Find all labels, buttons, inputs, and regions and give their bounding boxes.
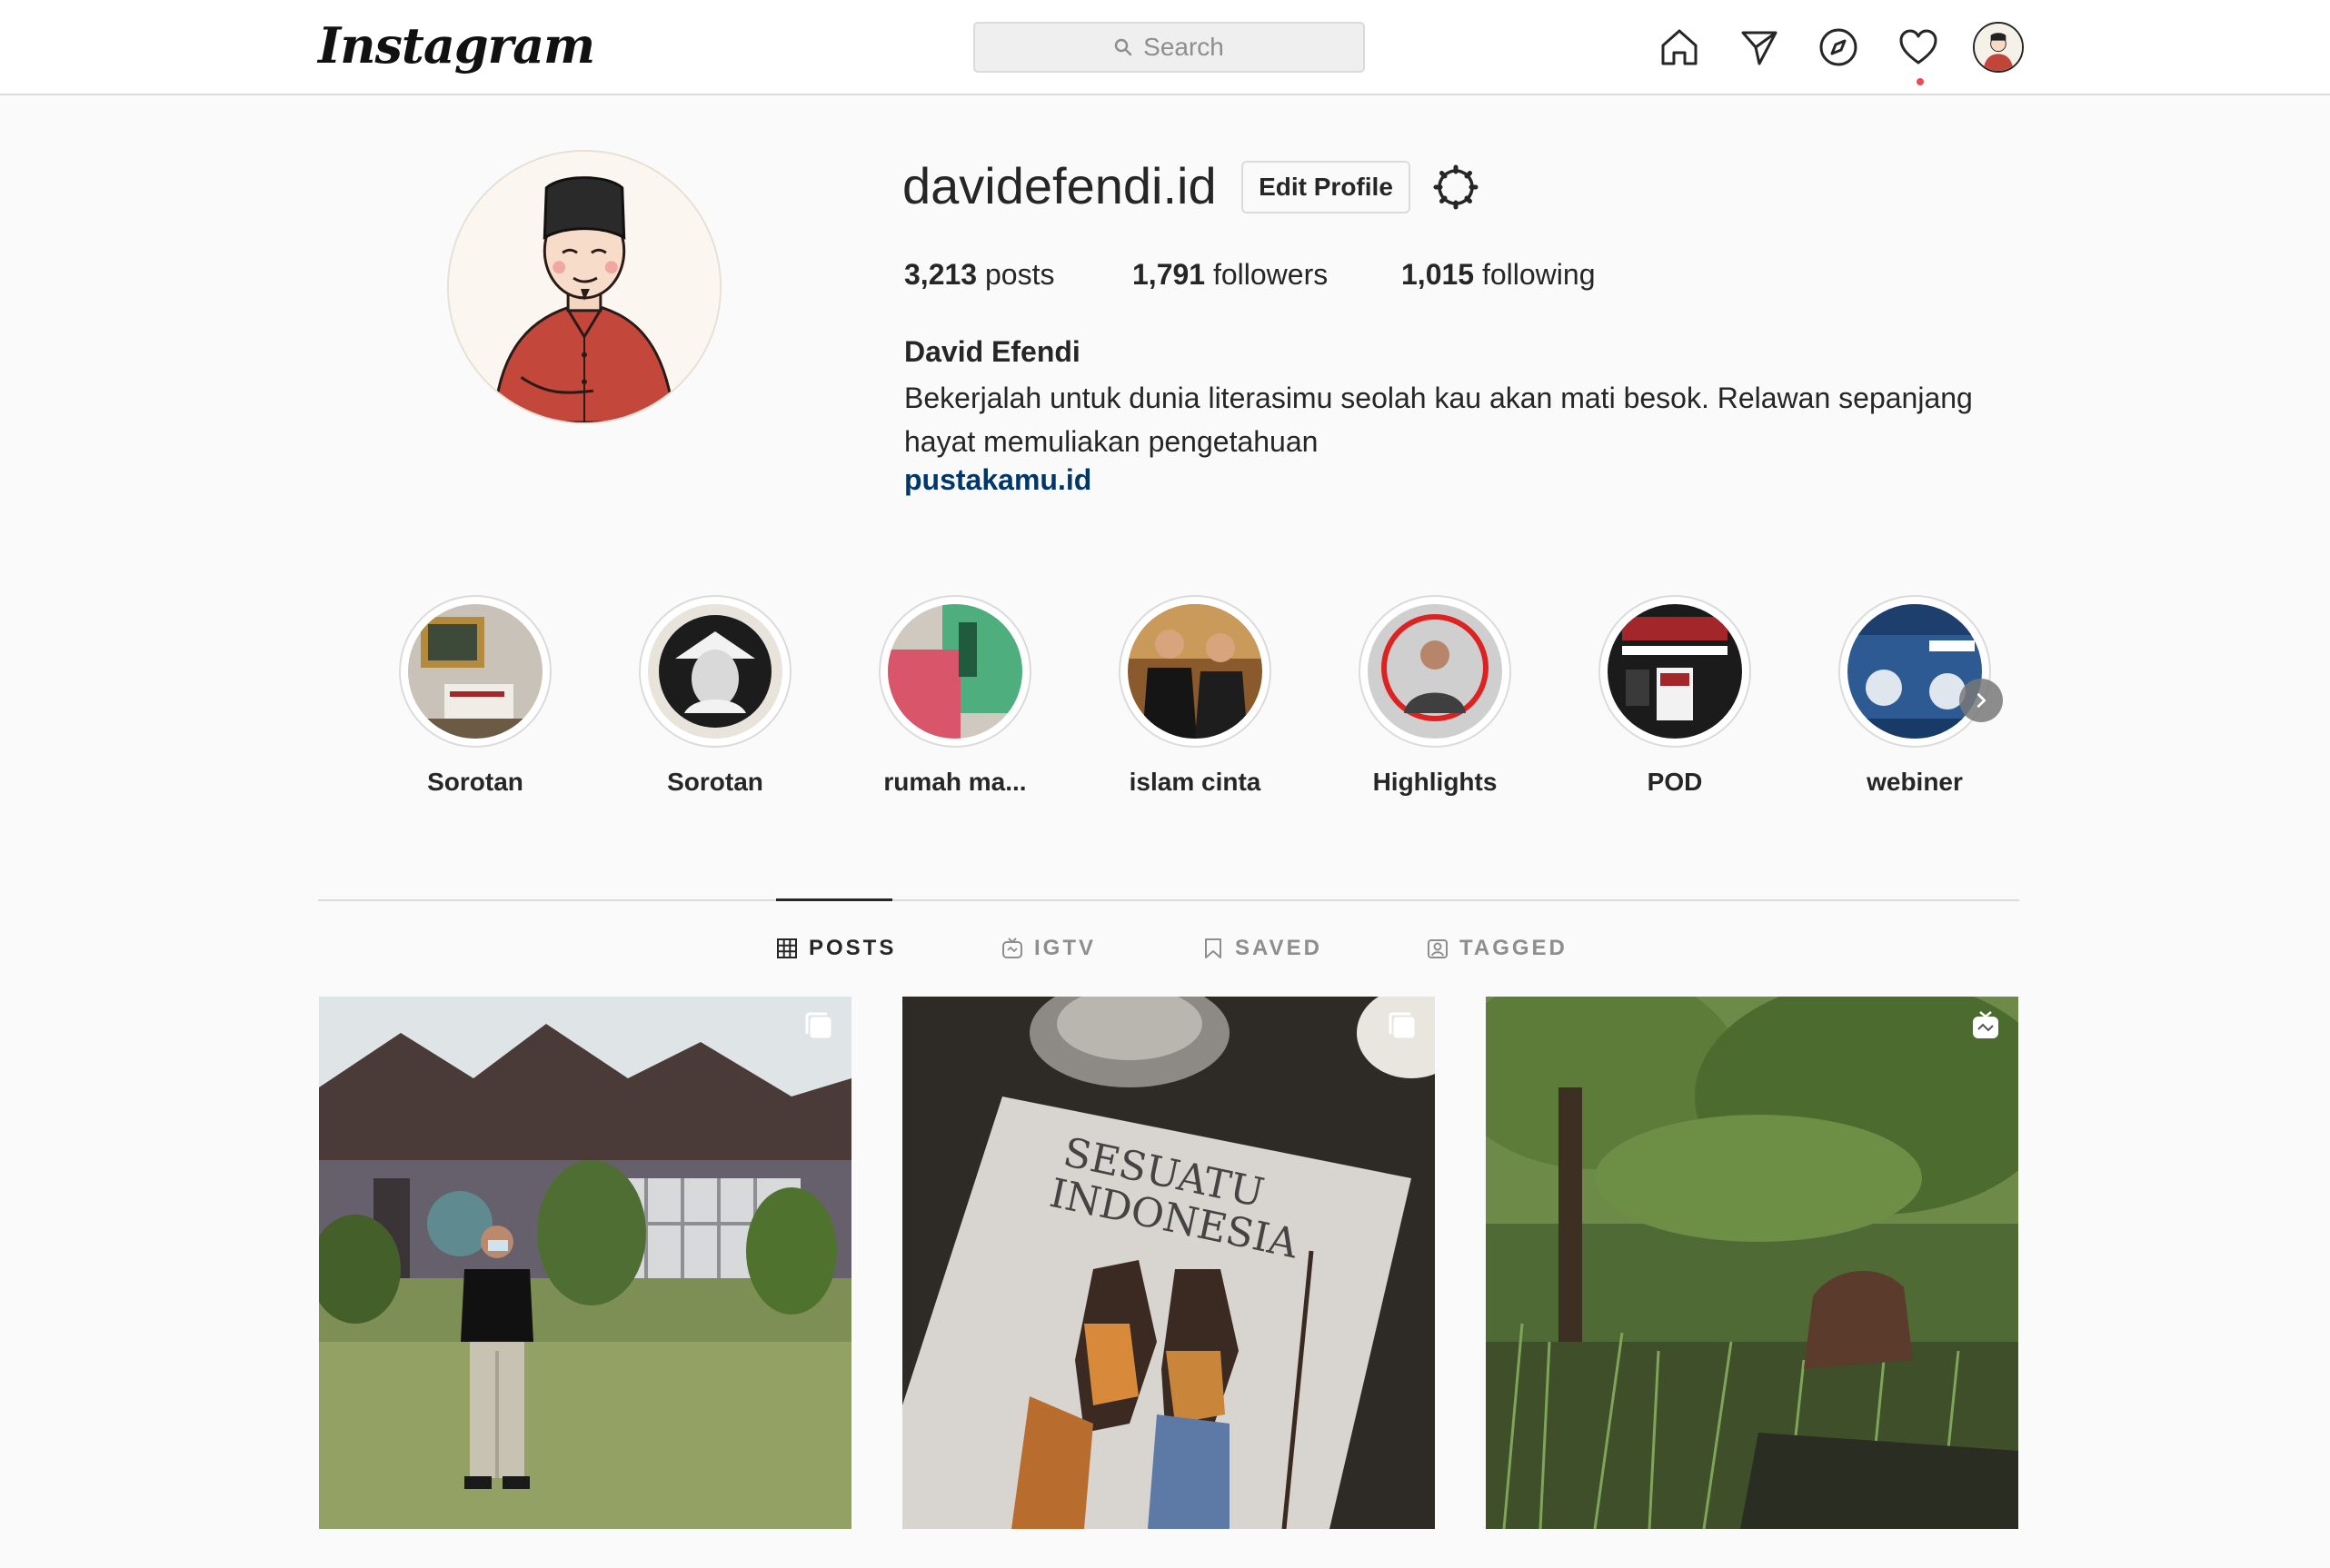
highlight-cover — [1608, 604, 1742, 739]
igtv-icon — [1973, 1011, 1998, 1038]
tabs-divider — [318, 899, 2019, 901]
active-tab-indicator — [776, 898, 892, 901]
followers-stat[interactable]: 1,791 followers — [1132, 258, 1328, 292]
highlight-cover — [408, 604, 543, 739]
tab-tagged-label: TAGGED — [1459, 936, 1568, 960]
posts-stat: 3,213 posts — [904, 258, 1054, 292]
profile-avatar — [1975, 24, 2022, 71]
activity-heart-icon — [1899, 29, 1937, 65]
posts-label: posts — [984, 258, 1055, 291]
profile-picture[interactable] — [447, 150, 722, 424]
highlight-ring — [399, 595, 552, 748]
following-label: following — [1481, 258, 1596, 291]
followers-count: 1,791 — [1132, 258, 1206, 291]
explore-icon — [1819, 28, 1857, 66]
highlight-cover — [1368, 604, 1502, 739]
highlight-cover — [1128, 604, 1262, 739]
edit-profile-button[interactable]: Edit Profile — [1241, 161, 1410, 213]
tab-igtv[interactable]: IGTV — [1001, 934, 1096, 963]
profile-full-name: David Efendi — [904, 335, 1080, 368]
post-image — [1486, 997, 2018, 1529]
activity-button[interactable] — [1891, 20, 1946, 74]
post-image — [319, 997, 851, 1529]
followers-label: followers — [1212, 258, 1329, 291]
following-count: 1,015 — [1401, 258, 1475, 291]
igtv-icon — [1002, 938, 1022, 958]
multiple-icon — [1389, 1012, 1415, 1038]
highlight-item[interactable]: islam cinta — [1077, 595, 1313, 813]
tab-saved-label: SAVED — [1235, 936, 1322, 960]
multiple-icon — [805, 1012, 831, 1038]
highlight-ring — [1598, 595, 1751, 748]
highlight-cover — [888, 604, 1022, 739]
highlight-item[interactable]: Sorotan — [597, 595, 833, 813]
following-stat[interactable]: 1,015 following — [1401, 258, 1595, 292]
bookmark-icon — [1205, 938, 1221, 958]
highlight-label: Sorotan — [667, 768, 763, 796]
highlight-item[interactable]: Highlights — [1317, 595, 1553, 813]
highlight-ring — [1838, 595, 1991, 748]
highlight-ring — [1359, 595, 1511, 748]
notification-dot — [1917, 78, 1924, 85]
explore-button[interactable] — [1811, 20, 1866, 74]
direct-icon — [1741, 31, 1777, 65]
settings-gear-icon[interactable] — [1432, 164, 1479, 211]
profile-avatar-button[interactable] — [1973, 22, 2024, 73]
post-thumbnail[interactable]: SESUATU INDONESIA — [902, 997, 1435, 1529]
tab-igtv-label: IGTV — [1034, 936, 1097, 960]
home-icon — [1661, 29, 1698, 65]
highlight-cover — [1847, 604, 1982, 739]
post-thumbnail[interactable] — [1486, 997, 2018, 1529]
post-image: SESUATU INDONESIA — [902, 997, 1435, 1529]
chevron-right-icon — [1977, 693, 1986, 708]
highlight-label: Highlights — [1372, 768, 1498, 796]
highlight-cover — [648, 604, 782, 739]
tab-tagged[interactable]: TAGGED — [1427, 934, 1568, 963]
grid-icon — [777, 938, 797, 958]
tab-saved[interactable]: SAVED — [1202, 934, 1322, 963]
highlights-next-button[interactable] — [1959, 679, 2003, 722]
home-button[interactable] — [1652, 20, 1707, 74]
posts-count: 3,213 — [904, 258, 978, 291]
post-thumbnail[interactable] — [319, 997, 851, 1529]
highlight-item[interactable]: rumah ma... — [837, 595, 1073, 813]
highlight-label: POD — [1647, 768, 1703, 796]
highlight-label: webiner — [1867, 768, 1963, 796]
tab-posts[interactable]: POSTS — [776, 934, 896, 963]
highlight-ring — [879, 595, 1031, 748]
highlight-label: rumah ma... — [883, 768, 1027, 796]
tagged-icon — [1428, 939, 1448, 958]
highlight-label: islam cinta — [1129, 768, 1261, 796]
highlight-label: Sorotan — [427, 768, 523, 796]
highlight-ring — [639, 595, 792, 748]
highlight-ring — [1119, 595, 1271, 748]
profile-website-link[interactable]: pustakamu.id — [904, 463, 1091, 497]
top-navbar: Instagram Search — [0, 0, 2330, 95]
profile-username: davidefendi.id — [902, 157, 1217, 214]
highlight-item[interactable]: Sorotan — [357, 595, 593, 813]
tab-posts-label: POSTS — [809, 936, 897, 960]
profile-bio: Bekerjalah untuk dunia literasimu seolah… — [904, 382, 1973, 458]
highlight-item[interactable]: POD — [1557, 595, 1793, 813]
direct-button[interactable] — [1732, 20, 1787, 74]
profile-illustration — [449, 152, 720, 422]
